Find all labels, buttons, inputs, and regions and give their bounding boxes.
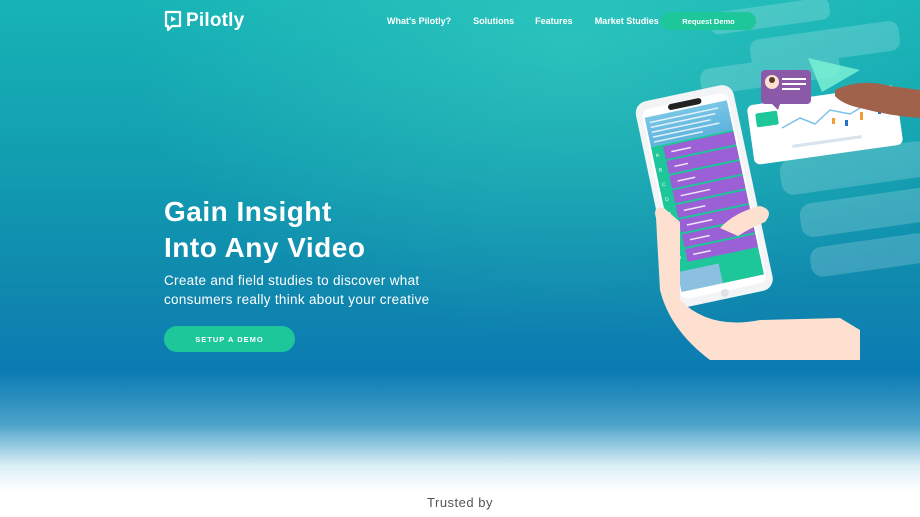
nav-solutions[interactable]: Solutions xyxy=(473,16,514,26)
nav-market-studies[interactable]: Market Studies xyxy=(595,16,659,26)
nav-whats-pilotly[interactable]: What's Pilotly? xyxy=(387,16,451,26)
trusted-by-heading: Trusted by xyxy=(427,495,493,510)
app-illustration: A B C D E F G H xyxy=(635,0,920,360)
setup-demo-button[interactable]: SETUP A DEMO xyxy=(164,326,295,352)
headline-line-2: Into Any Video xyxy=(164,232,366,263)
chat-bubble xyxy=(761,70,811,110)
brand-logo[interactable]: Pilotly xyxy=(164,10,244,32)
hero-headline: Gain Insight Into Any Video xyxy=(164,194,365,266)
play-logo-icon xyxy=(164,10,182,32)
nav-features[interactable]: Features xyxy=(535,16,573,26)
request-demo-button[interactable]: Request Demo xyxy=(661,12,756,30)
main-nav: What's Pilotly? Solutions Features Marke… xyxy=(387,16,659,26)
brand-name: Pilotly xyxy=(186,10,245,31)
headline-line-1: Gain Insight xyxy=(164,196,332,227)
hero-subtext: Create and field studies to discover wha… xyxy=(164,273,430,307)
